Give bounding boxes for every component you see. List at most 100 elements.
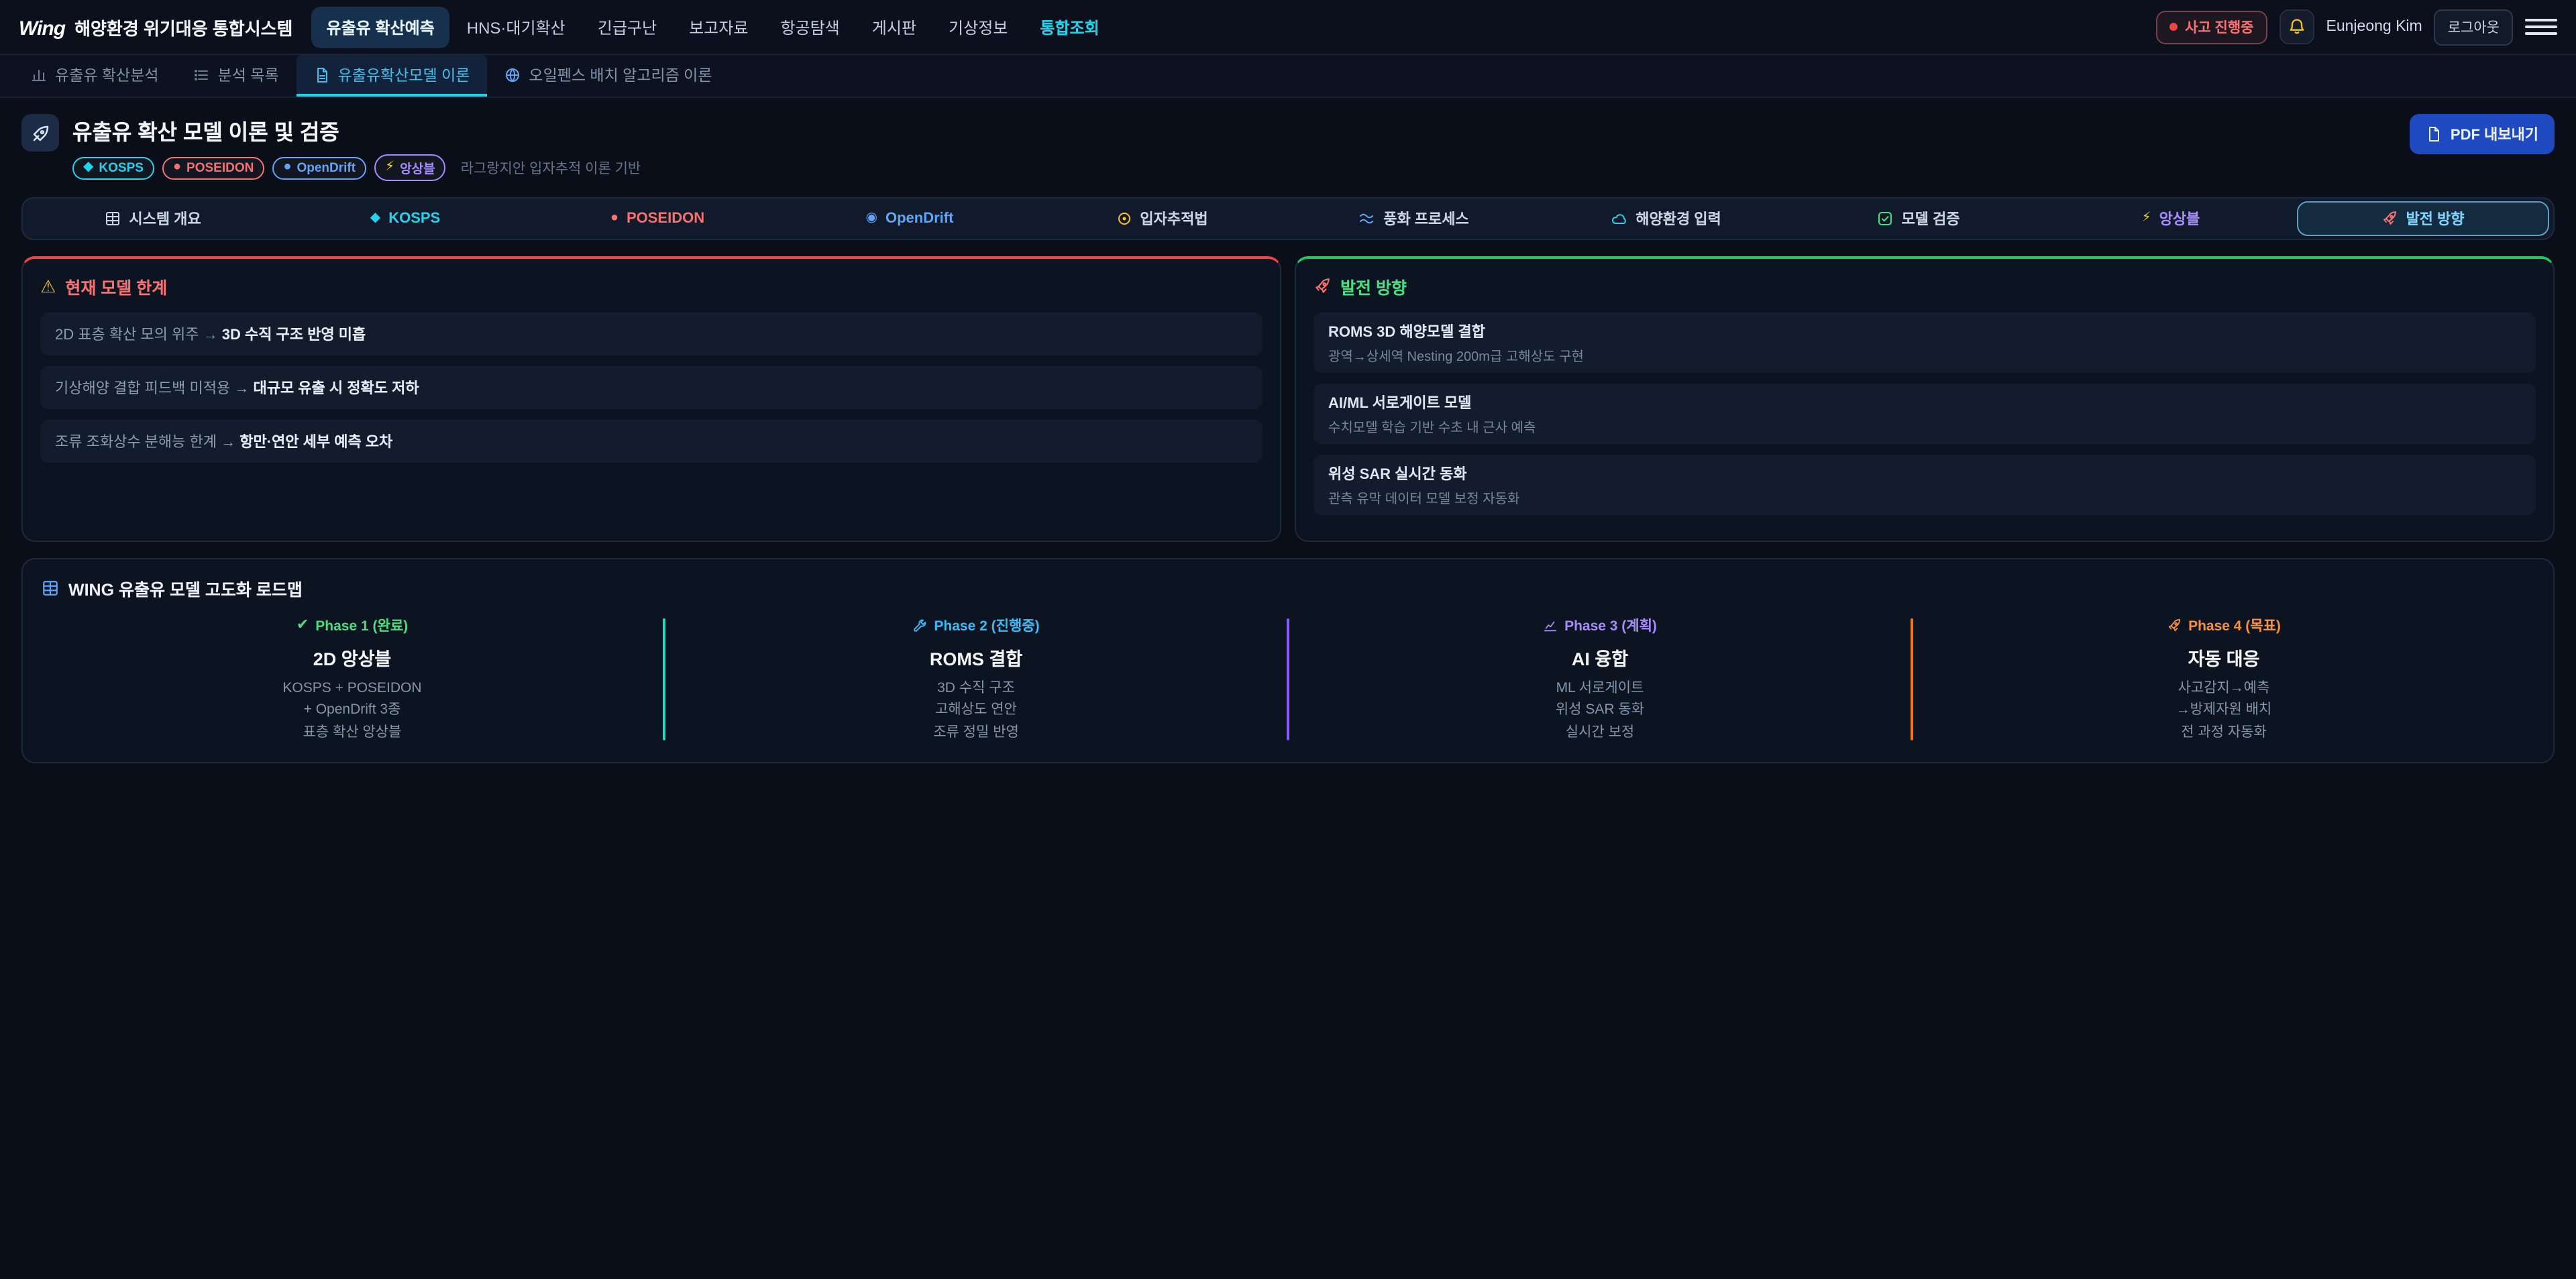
- phase-line: →방제자원 배치: [1921, 700, 2526, 722]
- phase-2: Phase 2 (진행중) ROMS 결합 3D 수직 구조 고해상도 연안 조…: [665, 616, 1287, 743]
- nav-item-hns-diffusion[interactable]: HNS·대기확산: [452, 6, 580, 48]
- badge-label: KOSPS: [99, 160, 144, 175]
- notifications-button[interactable]: [2279, 9, 2314, 44]
- incident-dot-icon: [2169, 23, 2177, 31]
- pen-nib-icon: [21, 114, 59, 152]
- hamburger-menu-button[interactable]: [2525, 13, 2557, 40]
- section-nav-label: 발전 방향: [2406, 208, 2464, 229]
- tab-oil-spill-analysis[interactable]: 유출유 확산분석: [13, 55, 176, 97]
- cloud-icon: [1611, 211, 1627, 227]
- rocket-icon: [2381, 211, 2398, 227]
- phase-line: KOSPS + POSEIDON: [50, 677, 655, 700]
- section-nav-ensemble[interactable]: ⚡ 앙상블: [2045, 197, 2297, 240]
- page-title: 유출유 확산 모델 이론 및 검증: [72, 114, 641, 146]
- section-nav-opendrift[interactable]: ◉ OpenDrift: [784, 197, 1036, 240]
- particle-icon: [1116, 211, 1132, 227]
- section-nav-label: 풍화 프로세스: [1383, 208, 1469, 229]
- phase-title: AI 융합: [1297, 644, 1902, 671]
- future-header: 발전 방향: [1313, 274, 2536, 299]
- app-logo[interactable]: Wing 해양환경 위기대응 통합시스템: [19, 14, 293, 40]
- phase-4-label-row: Phase 4 (목표): [1921, 616, 2526, 636]
- nav-item-board[interactable]: 게시판: [857, 6, 931, 48]
- future-item: ROMS 3D 해양모델 결합 광역→상세역 Nesting 200m급 고해상…: [1313, 313, 2536, 373]
- dot-icon: ●: [610, 212, 619, 225]
- phase-label: Phase 2 (진행중): [934, 616, 1039, 636]
- section-nav-system-overview[interactable]: 시스템 개요: [27, 197, 279, 240]
- roadmap-phases: ✔ Phase 1 (완료) 2D 앙상블 KOSPS + POSEIDON +…: [42, 616, 2534, 743]
- section-nav-poseidon[interactable]: ● POSEIDON: [531, 197, 784, 240]
- future-item-title: AI/ML 서로게이트 모델: [1328, 392, 2521, 413]
- nav-item-emergency-rescue[interactable]: 긴급구난: [583, 6, 672, 48]
- future-item-desc: 관측 유막 데이터 모델 보정 자동화: [1328, 487, 2521, 507]
- sub-tabbar: 유출유 확산분석 분석 목록 유출유확산모델 이론 오일펜스 배치 알고리즘 이…: [0, 55, 2576, 98]
- current-limitations-panel: ⚠ 현재 모델 한계 2D 표층 확산 모의 위주 → 3D 수직 구조 반영 …: [21, 256, 1281, 542]
- section-nav-ocean-environment-input[interactable]: 해양환경 입력: [1540, 197, 1792, 240]
- tab-label: 유출유 확산분석: [55, 64, 159, 85]
- dot-icon: ●: [283, 161, 291, 174]
- ring-dot-icon: ◉: [866, 212, 877, 225]
- incident-status-badge[interactable]: 사고 진행중: [2155, 10, 2267, 44]
- tab-analysis-list[interactable]: 분석 목록: [176, 55, 297, 97]
- future-item: 위성 SAR 실시간 동화 관측 유막 데이터 모델 보정 자동화: [1313, 455, 2536, 515]
- badge-kosps: ◆ KOSPS: [72, 156, 154, 179]
- tab-diffusion-model-theory[interactable]: 유출유확산모델 이론: [297, 55, 488, 97]
- badge-label: 앙상블: [400, 158, 435, 177]
- nav-item-aerial-search[interactable]: 항공탐색: [765, 6, 854, 48]
- roadmap-title: WING 유출유 모델 고도화 로드맵: [68, 575, 303, 601]
- rocket-icon: [2167, 618, 2182, 633]
- phase-line: 3D 수직 구조: [674, 677, 1279, 700]
- section-nav-model-validation[interactable]: 모델 검증: [1792, 197, 2045, 240]
- section-nav-particle-tracking[interactable]: 입자추적법: [1036, 197, 1288, 240]
- check-icon: ✔: [297, 618, 309, 633]
- page-subtitle: 라그랑지안 입자추적 이론 기반: [461, 158, 641, 178]
- lightning-icon: ⚡: [385, 161, 394, 174]
- nav-item-integrated-search[interactable]: 통합조회: [1025, 6, 1114, 48]
- limitation-item: 기상해양 결합 피드백 미적용 → 대규모 유출 시 정확도 저하: [40, 366, 1263, 409]
- nav-item-oil-spill-prediction[interactable]: 유출유 확산예측: [312, 6, 449, 48]
- wing-logo: Wing: [19, 17, 65, 40]
- roadmap-header: WING 유출유 모델 고도화 로드맵: [42, 575, 2534, 601]
- dot-icon: ●: [173, 161, 181, 174]
- section-nav-kosps[interactable]: ◆ KOSPS: [279, 197, 531, 240]
- phase-line: ML 서로게이트: [1297, 677, 1902, 700]
- content-panels: ⚠ 현재 모델 한계 2D 표층 확산 모의 위주 → 3D 수직 구조 반영 …: [21, 256, 2555, 542]
- tab-oil-fence-algorithm-theory[interactable]: 오일펜스 배치 알고리즘 이론: [487, 55, 729, 97]
- future-item-desc: 광역→상세역 Nesting 200m급 고해상도 구현: [1328, 345, 2521, 365]
- grid-chart-icon: [42, 579, 59, 597]
- chart-icon: [31, 66, 47, 82]
- list-icon: [194, 66, 210, 82]
- phase-line: 조류 정밀 반영: [674, 721, 1279, 743]
- badge-label: POSEIDON: [186, 160, 254, 175]
- logout-button[interactable]: 로그아웃: [2434, 9, 2513, 45]
- rocket-icon: [1313, 278, 1331, 295]
- pdf-export-button[interactable]: PDF 내보내기: [2410, 114, 2555, 154]
- nav-item-weather-info[interactable]: 기상정보: [934, 6, 1022, 48]
- lightning-icon: ⚡: [2142, 212, 2151, 225]
- section-nav-label: 모델 검증: [1901, 208, 1960, 229]
- limitations-header: ⚠ 현재 모델 한계: [40, 274, 1263, 299]
- section-nav-label: POSEIDON: [627, 211, 704, 227]
- phase-3-label-row: Phase 3 (계획): [1297, 616, 1902, 636]
- phase-label: Phase 1 (완료): [315, 616, 408, 636]
- nav-item-reports[interactable]: 보고자료: [674, 6, 763, 48]
- doc-icon: [2426, 126, 2443, 142]
- section-nav-label: OpenDrift: [885, 211, 953, 227]
- phase-1-label-row: ✔ Phase 1 (완료): [50, 616, 655, 636]
- badge-ensemble: ⚡ 앙상블: [374, 154, 446, 181]
- limitation-strong: 대규모 유출 시 정확도 저하: [253, 381, 419, 397]
- section-nav-weathering-process[interactable]: 풍화 프로세스: [1288, 197, 1540, 240]
- bell-icon: [2288, 17, 2306, 36]
- chart-line-icon: [1543, 618, 1558, 633]
- badge-label: OpenDrift: [297, 160, 356, 175]
- page-header: 유출유 확산 모델 이론 및 검증 ◆ KOSPS ● POSEIDON ● O…: [0, 98, 2576, 189]
- roadmap-panel: WING 유출유 모델 고도화 로드맵 ✔ Phase 1 (완료) 2D 앙상…: [21, 558, 2555, 763]
- limitation-strong: 항만·연안 세부 예측 오차: [239, 435, 392, 451]
- incident-label: 사고 진행중: [2185, 17, 2253, 37]
- phase-line: 사고감지→예측: [1921, 677, 2526, 700]
- limitation-item: 조류 조화상수 분해능 한계 → 항만·연안 세부 예측 오차: [40, 420, 1263, 463]
- doc-icon: [314, 66, 330, 82]
- future-item-title: ROMS 3D 해양모델 결합: [1328, 321, 2521, 342]
- diamond-icon: ◆: [83, 161, 93, 174]
- section-nav-future-direction[interactable]: 발전 방향: [2297, 201, 2549, 236]
- phase-line: 고해상도 연안: [674, 700, 1279, 722]
